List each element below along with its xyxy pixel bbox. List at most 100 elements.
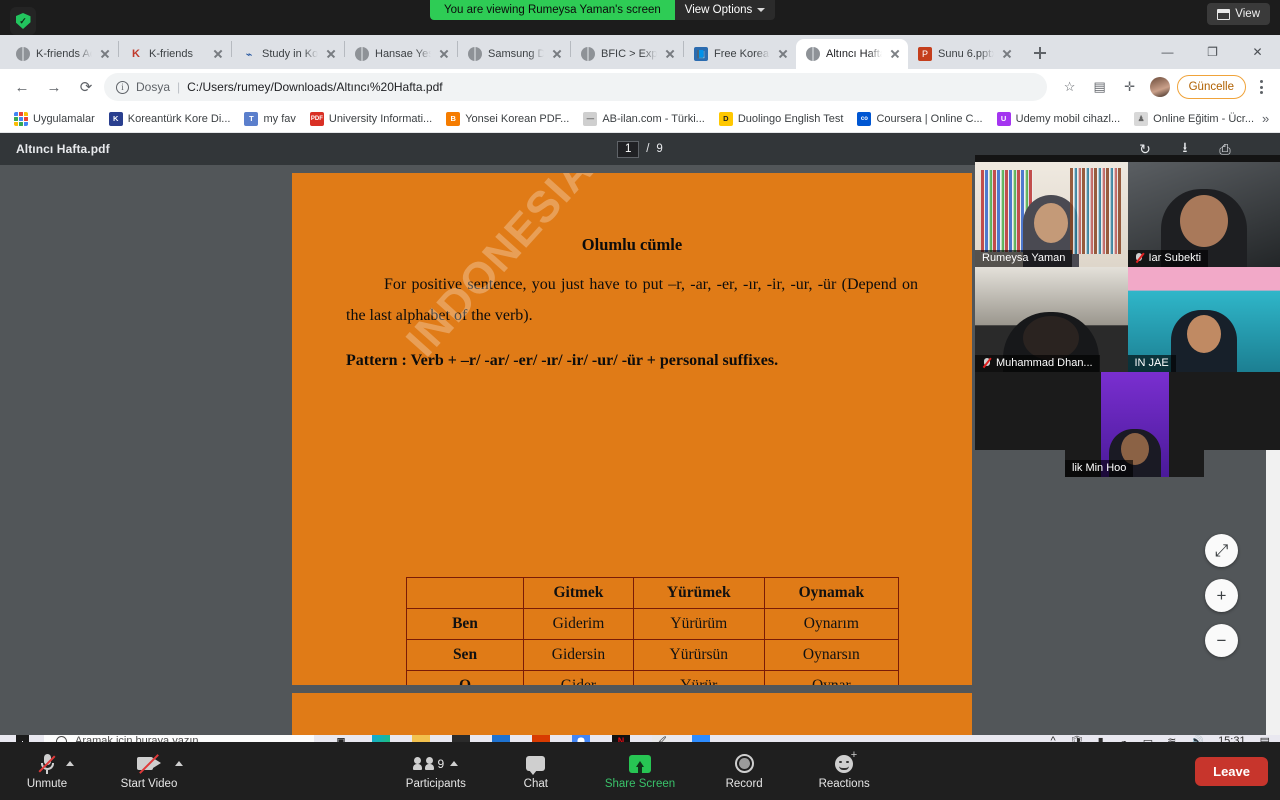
close-icon[interactable] bbox=[211, 47, 225, 61]
page-separator: / bbox=[646, 143, 650, 155]
maximize-button[interactable]: ❐ bbox=[1190, 35, 1235, 69]
table-cell: Giderim bbox=[523, 608, 634, 640]
back-button[interactable]: ← bbox=[8, 73, 36, 101]
browser-tab-8[interactable]: P Sunu 6.pptx - M bbox=[908, 39, 1020, 69]
reactions-button[interactable]: Reactions bbox=[813, 742, 875, 800]
muted-microphone-icon bbox=[982, 357, 991, 369]
bookmark-udemy[interactable]: U Udemy mobil cihazl... bbox=[991, 109, 1127, 129]
bookmark-yonsei-korean-pdf[interactable]: B Yonsei Korean PDF... bbox=[440, 109, 575, 129]
bookmarks-overflow-button[interactable]: » bbox=[1262, 111, 1273, 126]
bookmark-apps[interactable]: Uygulamalar bbox=[8, 109, 101, 129]
chat-button[interactable]: Chat bbox=[505, 742, 567, 800]
table-header-cell-2: Yürümek bbox=[632, 577, 765, 609]
bookmark-online-egitim[interactable]: ♟ Online Eğitim - Ücr... bbox=[1128, 109, 1260, 129]
close-icon[interactable] bbox=[663, 47, 677, 61]
browser-tab-5[interactable]: BFIC > Expat A bbox=[571, 39, 683, 69]
browser-tab-0[interactable]: K-friends Activi bbox=[6, 39, 118, 69]
close-icon[interactable] bbox=[776, 47, 790, 61]
table-row: Sen Gidersin Yürürsün Oynarsın bbox=[406, 639, 900, 671]
omnibox-actions: ☆ ▤ ✛ Güncelle bbox=[1051, 74, 1272, 100]
participant-tile-in-jae[interactable]: IN JAE bbox=[1127, 267, 1280, 372]
table-header-row: Gitmek Yürümek Oynamak bbox=[406, 577, 900, 609]
bookmark-coursera[interactable]: co Coursera | Online C... bbox=[851, 109, 988, 129]
bookmark-label: Udemy mobil cihazl... bbox=[1015, 112, 1121, 125]
browser-tab-4[interactable]: Samsung Drea bbox=[458, 39, 570, 69]
site-info-icon[interactable]: i bbox=[116, 80, 129, 94]
minimize-button[interactable]: — bbox=[1145, 35, 1190, 69]
globe-icon bbox=[468, 47, 482, 61]
bookmark-label: Coursera | Online C... bbox=[876, 112, 983, 125]
table-cell: Gidersin bbox=[523, 639, 634, 671]
zoom-share-topbar: ✓ You are viewing Rumeysa Yaman's screen… bbox=[0, 0, 1280, 35]
close-icon[interactable] bbox=[888, 47, 902, 61]
participant-name: IN JAE bbox=[1134, 357, 1169, 369]
bookmark-university-information[interactable]: PDF University Informati... bbox=[304, 109, 438, 129]
table-cell: Yürür bbox=[632, 670, 765, 685]
record-button[interactable]: Record bbox=[713, 742, 775, 800]
zoom-out-button[interactable]: − bbox=[1205, 624, 1238, 657]
chat-icon bbox=[526, 753, 546, 775]
globe-icon bbox=[355, 47, 369, 61]
shield-icon: ✓ bbox=[15, 13, 31, 29]
address-bar[interactable]: i Dosya | C:/Users/rumey/Downloads/Altın… bbox=[104, 73, 1047, 101]
study-korea-icon: ⌁ bbox=[245, 48, 253, 61]
table-cell: Yürürsün bbox=[632, 639, 765, 671]
close-window-button[interactable]: ✕ bbox=[1235, 35, 1280, 69]
participant-tile-lik-min-hoo[interactable]: lik Min Hoo bbox=[1065, 372, 1204, 477]
bookmark-label: Online Eğitim - Ücr... bbox=[1153, 112, 1255, 125]
bookmark-duolingo[interactable]: D Duolingo English Test bbox=[713, 109, 850, 129]
table-cell: Oynarım bbox=[763, 608, 900, 640]
close-icon[interactable] bbox=[1000, 47, 1014, 61]
omnibox-bar: ← → ⟳ i Dosya | C:/Users/rumey/Downloads… bbox=[0, 69, 1280, 105]
browser-tab-7-active[interactable]: Altıncı Hafta.pdf bbox=[796, 39, 908, 69]
chrome-menu-icon[interactable] bbox=[1250, 80, 1272, 94]
bookmark-ab-ilan[interactable]: — AB-ilan.com - Türki... bbox=[577, 109, 711, 129]
participant-tile-rumeysa-yaman[interactable]: Rumeysa Yaman bbox=[975, 162, 1128, 267]
profile-avatar[interactable] bbox=[1147, 74, 1173, 100]
browser-tab-3[interactable]: Hansae Yes24 F bbox=[345, 39, 457, 69]
pdf-zoom-controls: ⤢ + − bbox=[1205, 534, 1238, 657]
bookmark-my-fav[interactable]: T my fav bbox=[238, 109, 301, 129]
table-cell: Ben bbox=[406, 608, 524, 640]
reading-list-icon[interactable]: ▤ bbox=[1087, 74, 1113, 100]
online-egitim-icon: ♟ bbox=[1134, 111, 1149, 126]
bookmark-star-icon[interactable]: ☆ bbox=[1057, 74, 1083, 100]
zoom-in-button[interactable]: + bbox=[1205, 579, 1238, 612]
close-icon[interactable] bbox=[437, 47, 451, 61]
fit-to-page-icon[interactable]: ⤢ bbox=[1205, 534, 1238, 567]
close-icon[interactable] bbox=[98, 47, 112, 61]
participants-button[interactable]: 9 Participants bbox=[405, 742, 467, 800]
share-screen-button[interactable]: Share Screen bbox=[605, 742, 675, 800]
table-row: O Gider Yürür Oynar bbox=[406, 670, 900, 685]
table-header-cell-0 bbox=[406, 577, 524, 609]
update-button[interactable]: Güncelle bbox=[1176, 75, 1246, 99]
tab-strip: K-friends Activi K K-friends ⌁ Study in … bbox=[0, 35, 1280, 69]
leave-meeting-button[interactable]: Leave bbox=[1195, 756, 1268, 786]
abilan-icon: — bbox=[583, 111, 598, 126]
participant-row-3: lik Min Hoo bbox=[975, 372, 1280, 477]
view-layout-button[interactable]: View bbox=[1207, 3, 1270, 25]
table-cell: Yürürüm bbox=[632, 608, 765, 640]
page-number-input[interactable]: 1 bbox=[617, 140, 640, 158]
bookmark-label: Yonsei Korean PDF... bbox=[465, 112, 570, 125]
view-options-button[interactable]: View Options bbox=[674, 0, 776, 20]
forward-button[interactable]: → bbox=[40, 73, 68, 101]
zoom-center-controls: 9 Participants Chat Share Screen Record … bbox=[0, 742, 1280, 800]
close-icon[interactable] bbox=[324, 47, 338, 61]
bookmark-label: Uygulamalar bbox=[33, 112, 95, 125]
browser-tab-6[interactable]: 📘 Free Korean Cl bbox=[684, 39, 796, 69]
bookmark-koreanturk[interactable]: K Koreantürk Kore Di... bbox=[103, 109, 237, 129]
browser-tab-2[interactable]: ⌁ Study in Korea bbox=[232, 39, 344, 69]
extensions-icon[interactable]: ✛ bbox=[1117, 74, 1143, 100]
share-status-pill: You are viewing Rumeysa Yaman's screen V… bbox=[430, 0, 776, 20]
muted-microphone-icon bbox=[1135, 252, 1144, 264]
globe-icon bbox=[581, 47, 595, 61]
new-tab-button[interactable] bbox=[1026, 39, 1054, 67]
participant-tile-iar-subekti[interactable]: Iar Subekti bbox=[1127, 162, 1280, 267]
close-icon[interactable] bbox=[550, 47, 564, 61]
share-screen-label: Share Screen bbox=[604, 777, 676, 790]
participant-name: Muhammad Dhan... bbox=[996, 357, 1093, 369]
reload-button[interactable]: ⟳ bbox=[72, 73, 100, 101]
browser-tab-1[interactable]: K K-friends bbox=[119, 39, 231, 69]
participant-tile-muhammad-dhan[interactable]: Muhammad Dhan... bbox=[975, 267, 1128, 372]
